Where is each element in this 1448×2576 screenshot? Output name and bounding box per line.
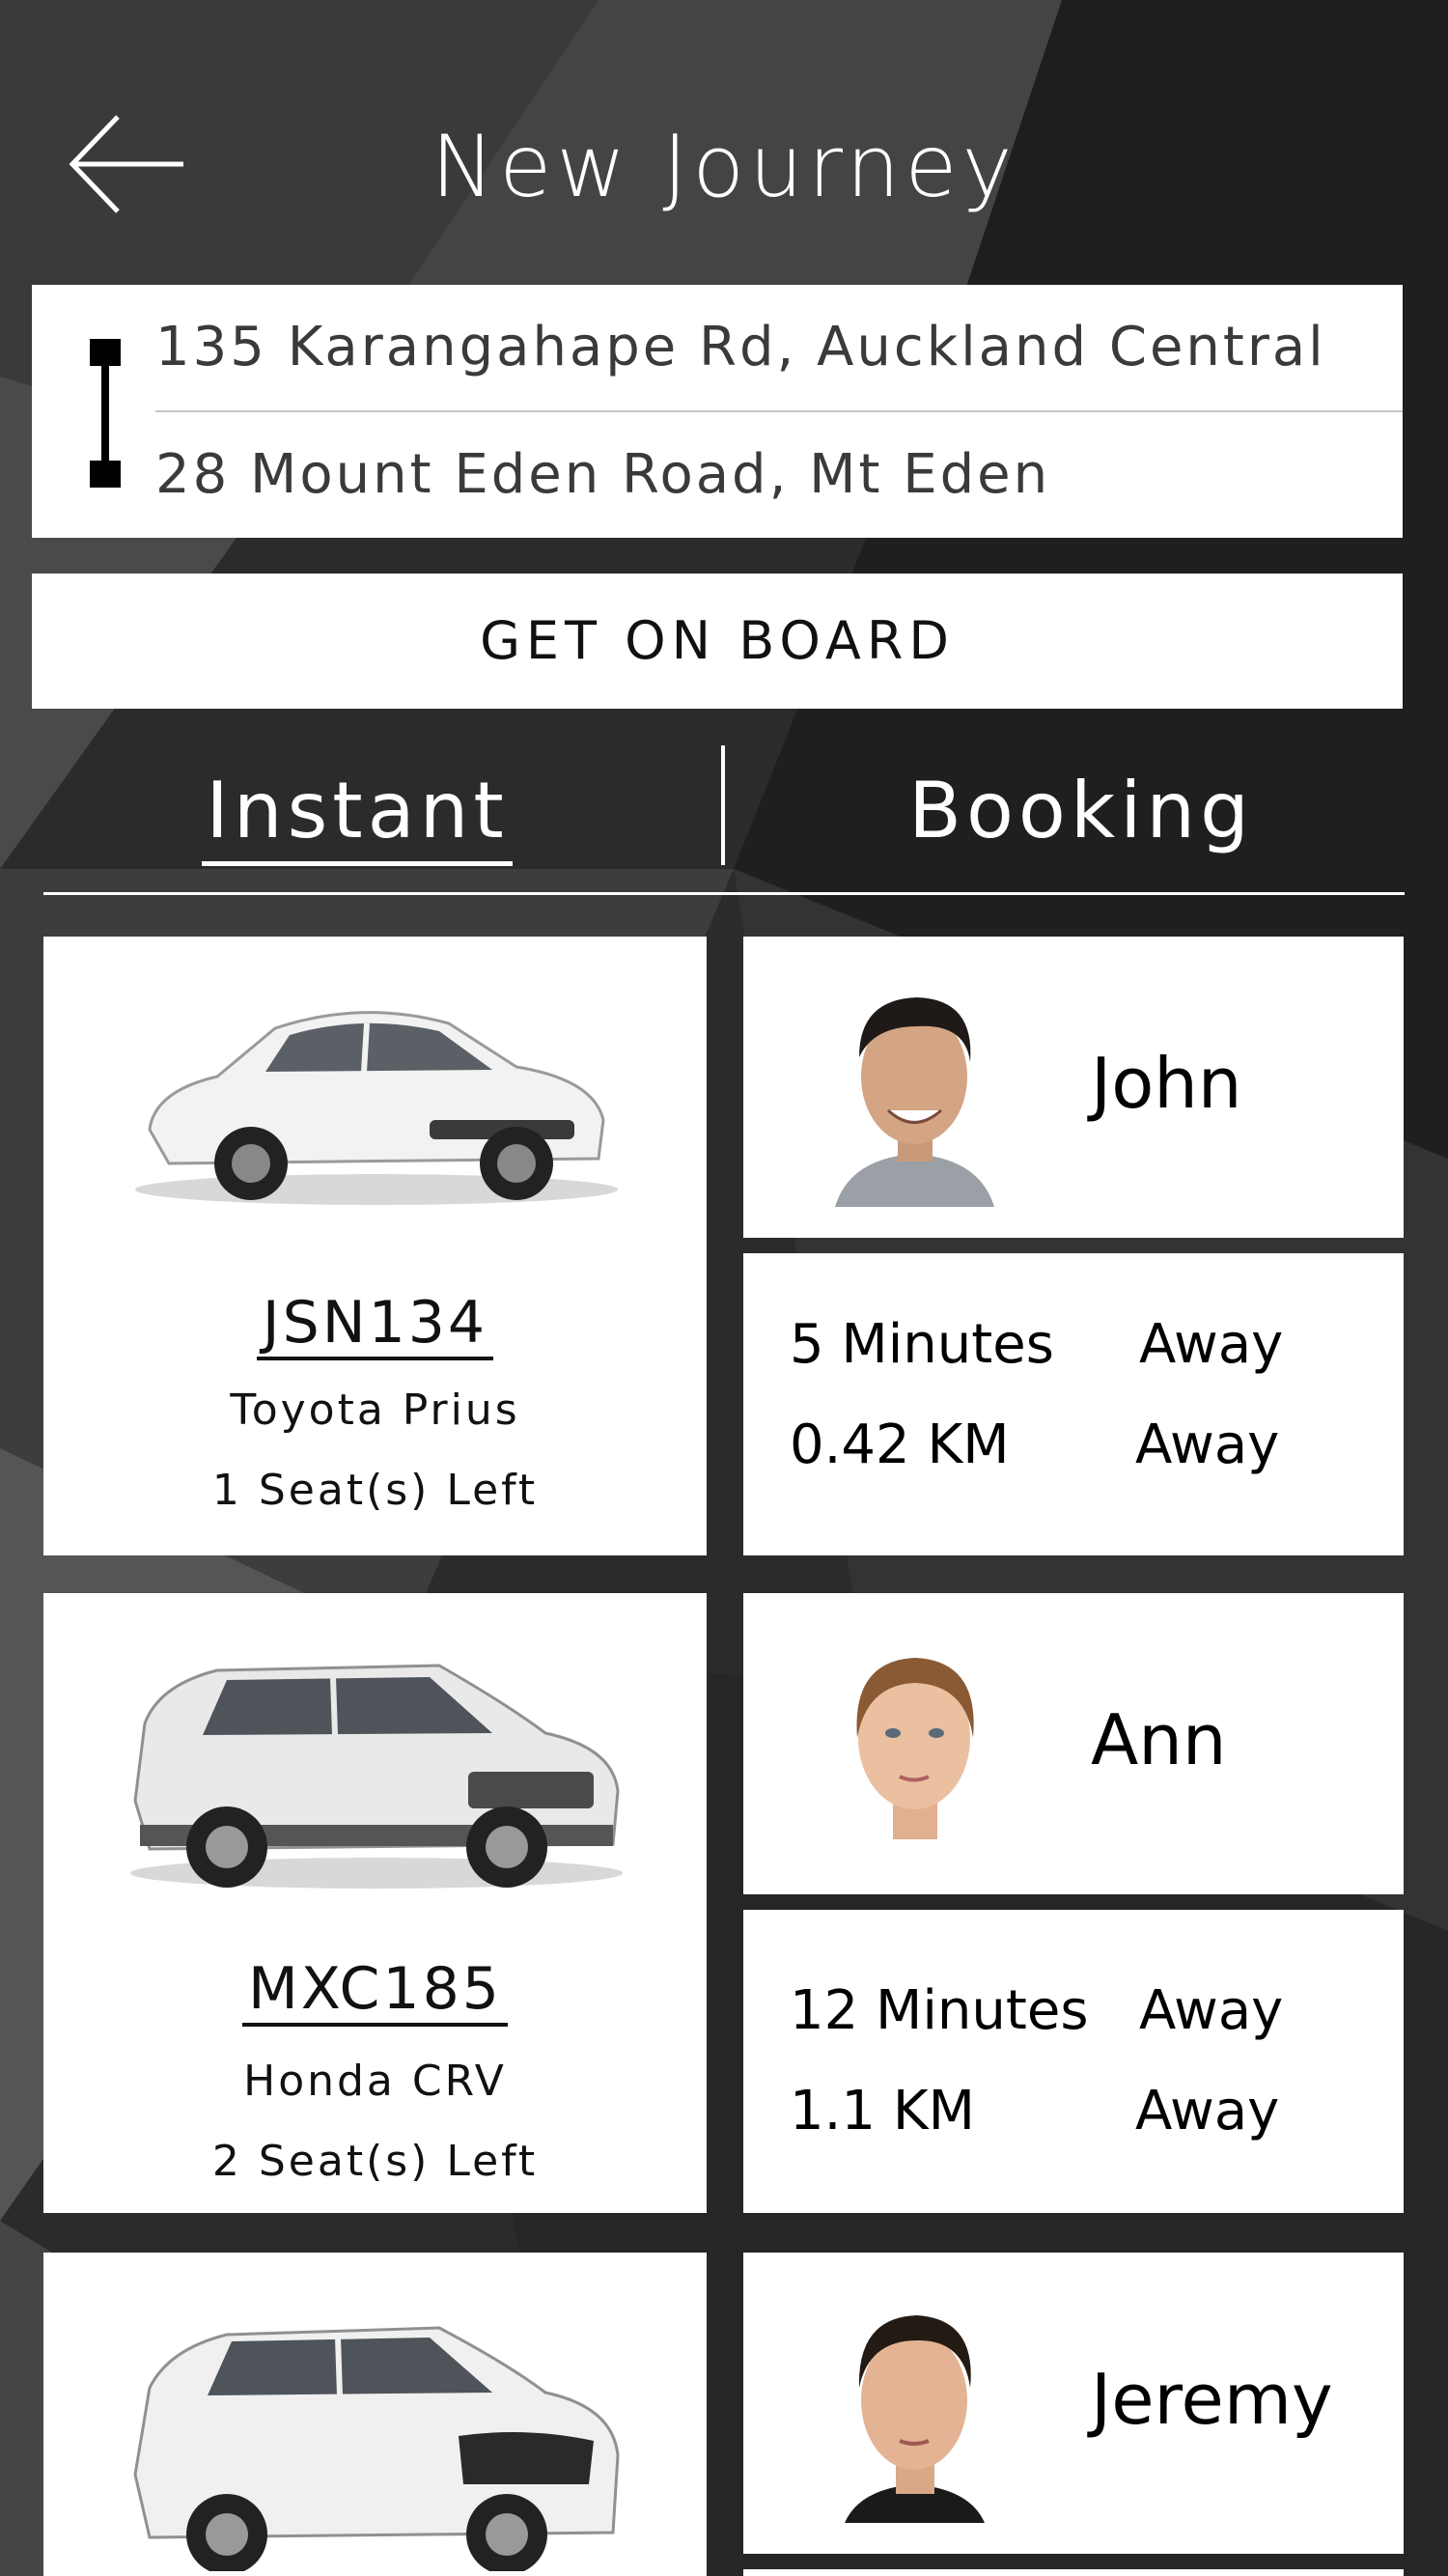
pickup-address-field[interactable]: 135 Karangahape Rd, Auckland Central xyxy=(155,285,1393,410)
eta-distance: 1.1 KM xyxy=(790,2080,975,2142)
eta-minutes: 5 Minutes xyxy=(790,1313,1054,1376)
eta-away-label: Away xyxy=(1139,1979,1284,2042)
driver-card[interactable]: Jeremy xyxy=(743,2253,1404,2554)
driver-card[interactable]: Ann xyxy=(743,1593,1404,1894)
get-on-board-button[interactable]: GET ON BOARD xyxy=(32,574,1403,709)
seats-left: 2 Seat(s) Left xyxy=(211,2137,539,2186)
eta-card xyxy=(743,2569,1404,2576)
tab-instant-label: Instant xyxy=(202,761,513,866)
tabs-underline xyxy=(43,892,1405,895)
eta-minutes: 12 Minutes xyxy=(790,1979,1089,2042)
vehicle-card[interactable]: JSN134 Toyota Prius 1 Seat(s) Left xyxy=(43,937,707,1555)
driver-card[interactable]: John xyxy=(743,937,1404,1238)
mazda-cx3-image xyxy=(133,2326,620,2571)
tab-booking[interactable]: Booking xyxy=(724,753,1438,869)
plate-number: MXC185 xyxy=(43,1955,707,2027)
distance-away-label: Away xyxy=(1135,2080,1280,2142)
car-model: Toyota Prius xyxy=(230,1386,520,1435)
seats-left: 1 Seat(s) Left xyxy=(211,1466,539,1515)
dropoff-address-field[interactable]: 28 Mount Eden Road, Mt Eden xyxy=(155,412,1393,538)
eta-card: 12 Minutes Away 1.1 KM Away xyxy=(743,1910,1404,2213)
dropoff-marker-icon xyxy=(90,461,121,488)
page-title: New Journey xyxy=(431,117,1017,216)
eta-card: 5 Minutes Away 0.42 KM Away xyxy=(743,1253,1404,1555)
driver-avatar xyxy=(856,1658,974,1839)
plate-number: JSN134 xyxy=(43,1289,707,1360)
pickup-marker-icon xyxy=(90,339,121,366)
driver-name: Ann xyxy=(1091,1699,1227,1780)
route-box: 135 Karangahape Rd, Auckland Central 28 … xyxy=(32,285,1403,538)
eta-away-label: Away xyxy=(1139,1313,1284,1376)
driver-avatar xyxy=(835,997,994,1207)
vehicle-card[interactable] xyxy=(43,2253,707,2576)
driver-name: John xyxy=(1091,1043,1242,1124)
distance-away-label: Away xyxy=(1135,1414,1280,1476)
tab-instant[interactable]: Instant xyxy=(0,753,714,869)
honda-crv-image xyxy=(130,1664,623,1889)
toyota-prius-image xyxy=(135,1011,618,1205)
driver-avatar xyxy=(845,2315,985,2523)
vehicle-card[interactable]: MXC185 Honda CRV 2 Seat(s) Left xyxy=(43,1593,707,2213)
driver-name: Jeremy xyxy=(1091,2359,1333,2440)
car-model: Honda CRV xyxy=(243,2057,507,2106)
eta-distance: 0.42 KM xyxy=(790,1414,1010,1476)
